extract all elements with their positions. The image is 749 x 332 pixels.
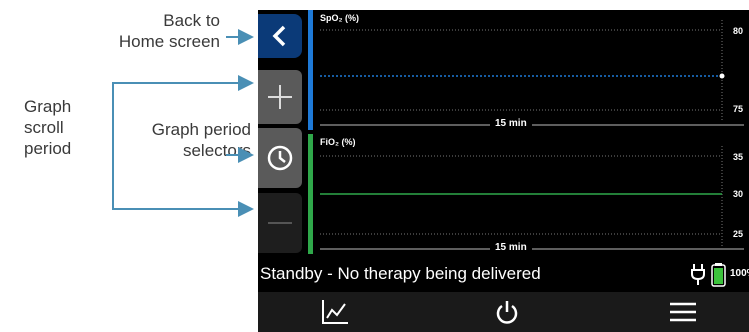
minus-icon xyxy=(268,222,292,224)
power-icon[interactable] xyxy=(494,298,520,326)
spo2-plot xyxy=(320,20,744,126)
battery-full-icon xyxy=(711,263,726,287)
back-button[interactable] xyxy=(258,14,302,58)
fio2-y-mid: 30 xyxy=(732,189,743,199)
status-message: Standby - No therapy being delivered xyxy=(260,264,541,283)
scroll-graph-forward-button[interactable] xyxy=(258,193,302,253)
plus-icon xyxy=(268,85,292,109)
chevron-left-icon xyxy=(272,25,286,47)
power-plug-icon xyxy=(691,264,705,285)
battery-status xyxy=(691,263,726,287)
fio2-plot xyxy=(320,146,744,250)
bottom-nav xyxy=(258,292,749,332)
graph-period-button[interactable] xyxy=(258,128,302,188)
battery-percent: 100% xyxy=(730,268,749,279)
status-bar: Standby - No therapy being delivered 100… xyxy=(258,259,749,289)
fio2-graph-panel: FiO₂ (%) 35 30 25 15 min xyxy=(308,134,749,254)
device-screen: SpO₂ (%) 80 75 15 min FiO₂ (%) 35 30 25 … xyxy=(258,10,749,332)
spo2-y-max: 80 xyxy=(732,26,743,36)
fio2-y-min: 25 xyxy=(732,229,743,239)
spo2-graph-panel: SpO₂ (%) 80 75 15 min xyxy=(308,10,749,130)
spo2-period-label: 15 min xyxy=(490,118,532,129)
clock-icon xyxy=(267,145,293,171)
fio2-period-label: 15 min xyxy=(490,242,532,253)
trend-graph-icon[interactable] xyxy=(320,298,350,326)
fio2-y-max: 35 xyxy=(732,152,743,162)
scroll-graph-back-button[interactable] xyxy=(258,70,302,124)
spo2-y-min: 75 xyxy=(732,104,743,114)
menu-icon[interactable] xyxy=(668,298,698,326)
